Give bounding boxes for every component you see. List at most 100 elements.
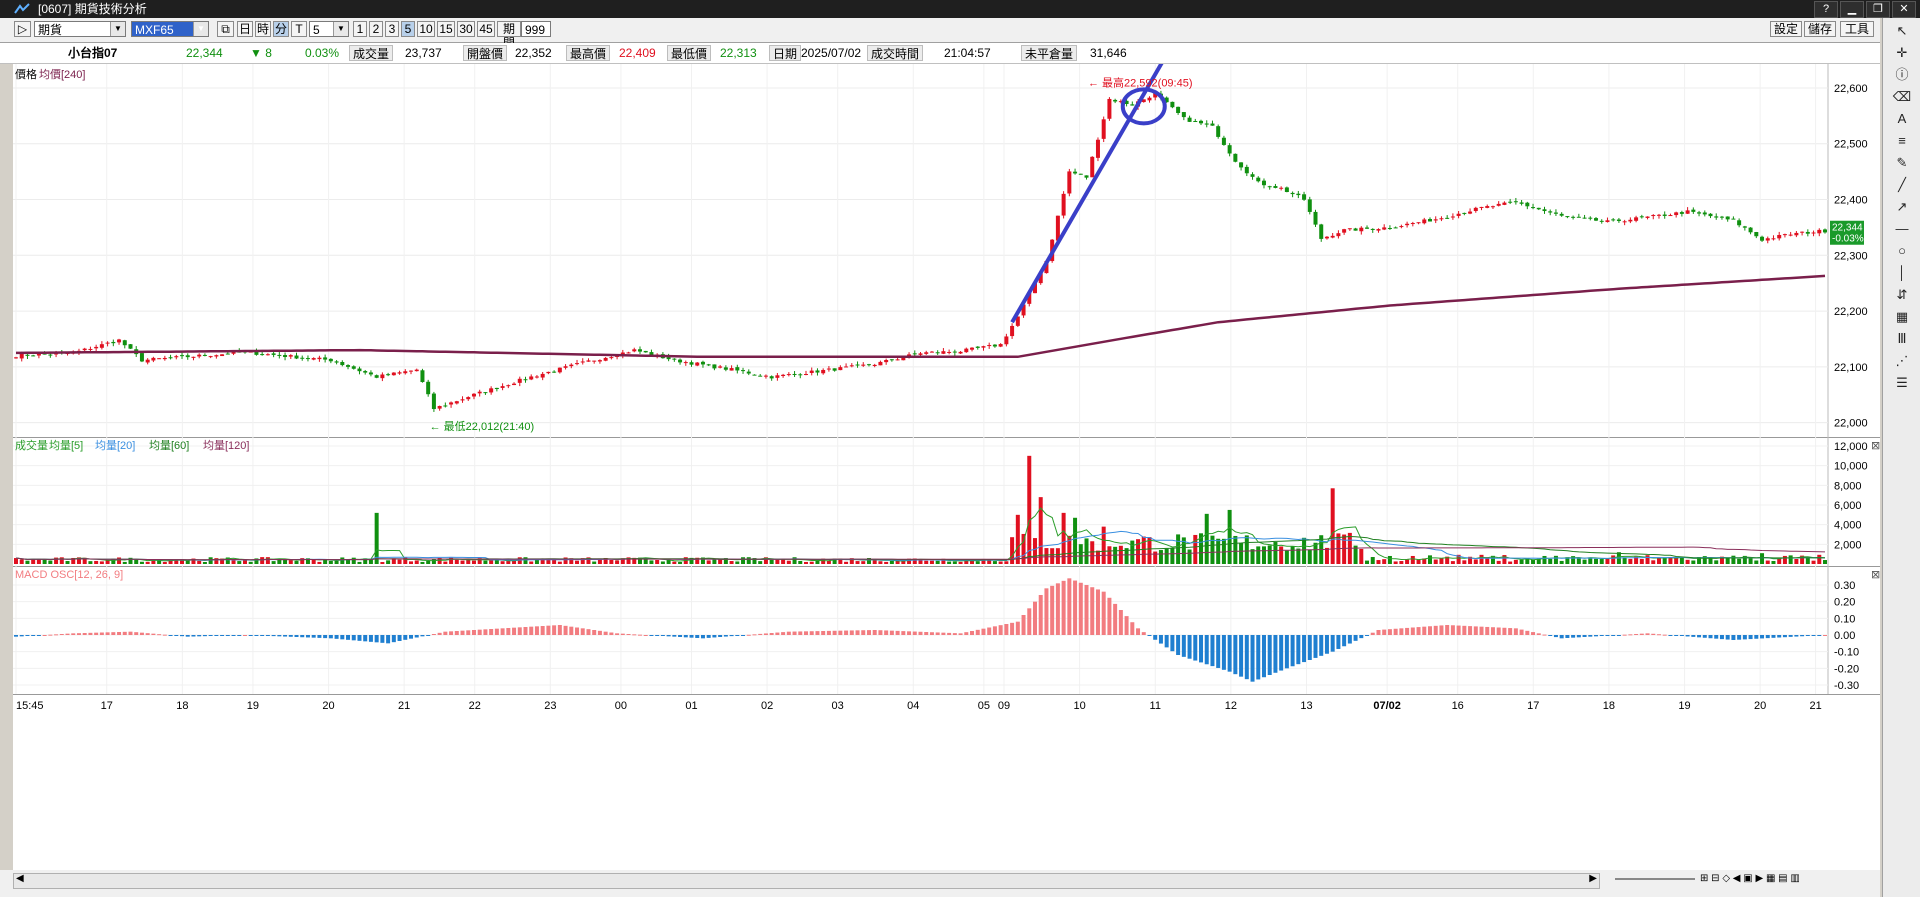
cursor-icon[interactable]: ↖ xyxy=(1892,22,1912,40)
scroll-right-icon[interactable]: ▶ xyxy=(1589,873,1597,884)
candle xyxy=(260,354,265,356)
copy-icon[interactable]: ⧉ xyxy=(217,21,234,37)
text-icon[interactable]: A xyxy=(1892,110,1912,128)
maximize-icon[interactable]: ❐ xyxy=(1866,1,1890,18)
volume-bar xyxy=(952,561,957,564)
quick-10-button[interactable]: 10 xyxy=(417,21,435,37)
x-tick-label: 03 xyxy=(832,700,844,712)
zoom-controls[interactable]: ⊞ ⊟ ◇ ◀ ▣ ▶ ▦ ▤ ▥ xyxy=(1700,873,1880,887)
candle xyxy=(970,347,975,350)
candle xyxy=(775,375,780,378)
play-button[interactable]: ▷ xyxy=(14,21,31,37)
vertical-line-icon[interactable]: │ xyxy=(1892,264,1912,282)
candle xyxy=(1462,212,1467,214)
volume-bar xyxy=(19,559,24,564)
period-minute-button[interactable]: 分 xyxy=(273,21,289,37)
macd-bar xyxy=(1101,591,1106,635)
macd-bar xyxy=(300,635,305,638)
macd-bar xyxy=(1674,635,1679,636)
period-tick-button[interactable]: T xyxy=(291,21,307,37)
circle-icon[interactable]: ○ xyxy=(1892,242,1912,260)
candle xyxy=(1382,227,1387,230)
quick-15-button[interactable]: 15 xyxy=(437,21,455,37)
help-icon[interactable]: ? xyxy=(1814,1,1838,18)
horizontal-scrollbar[interactable]: ◀ ▶ xyxy=(13,873,1600,889)
scroll-left-icon[interactable]: ◀ xyxy=(16,873,24,884)
quick-5-button[interactable]: 5 xyxy=(401,21,415,37)
candle xyxy=(1227,145,1232,154)
macd-bar xyxy=(649,635,654,636)
quick-2-button[interactable]: 2 xyxy=(369,21,383,37)
chart-area[interactable]: 22,600 22,500 22,400 22,300 22,200 22,100 22,0… xyxy=(13,53,1880,870)
candle xyxy=(821,369,826,374)
channel-icon[interactable]: ⇵ xyxy=(1892,286,1912,304)
list-icon[interactable]: ≡ xyxy=(1892,132,1912,150)
eraser-icon[interactable]: ⌫ xyxy=(1892,88,1912,106)
macd-bar xyxy=(225,635,230,636)
macd-bar xyxy=(672,635,677,637)
period-day-button[interactable]: 日 xyxy=(237,21,253,37)
period-hour-button[interactable]: 時 xyxy=(255,21,271,37)
candle xyxy=(1628,219,1633,222)
volume-bar xyxy=(88,561,93,564)
volume-bar xyxy=(924,560,929,564)
candle xyxy=(1370,228,1375,230)
quick-30-button[interactable]: 30 xyxy=(457,21,475,37)
crosshair-icon[interactable]: ✛ xyxy=(1892,44,1912,62)
candle xyxy=(1307,199,1312,212)
volume-bar xyxy=(1330,488,1335,564)
volume-bar xyxy=(1725,558,1730,564)
macd-bar xyxy=(397,635,402,641)
horizontal-line-icon[interactable]: — xyxy=(1892,220,1912,238)
volume-bar xyxy=(935,560,940,564)
paint-icon[interactable]: ✎ xyxy=(1892,154,1912,172)
quick-1-button[interactable]: 1 xyxy=(353,21,367,37)
zoom-slider[interactable] xyxy=(1615,878,1695,880)
volume-bar xyxy=(386,560,391,564)
macd-bar xyxy=(1628,634,1633,636)
fan-icon[interactable]: ⋰ xyxy=(1892,352,1912,370)
bars-icon[interactable]: Ⅲ xyxy=(1892,330,1912,348)
macd-bar xyxy=(695,635,700,638)
tools-button[interactable]: 工具 xyxy=(1840,21,1874,37)
candle xyxy=(403,371,408,374)
market-select[interactable]: 期貨 ▼ xyxy=(34,21,126,37)
candle xyxy=(712,364,717,369)
candle xyxy=(1010,325,1015,337)
volume-bar xyxy=(1628,558,1633,564)
macd-bar xyxy=(569,626,574,635)
macd-bar xyxy=(471,630,476,635)
save-button[interactable]: 儲存 xyxy=(1804,21,1836,37)
quick-3-button[interactable]: 3 xyxy=(385,21,399,37)
macd-bar xyxy=(1244,635,1249,680)
arrow-icon[interactable]: ↗ xyxy=(1892,198,1912,216)
macd-bar xyxy=(1256,635,1261,680)
volume-bar xyxy=(1164,548,1169,564)
candle xyxy=(1805,231,1810,234)
fibonacci-icon[interactable]: ☰ xyxy=(1892,374,1912,392)
symbol-select[interactable]: MXF65 ▼ xyxy=(131,21,209,37)
range-input[interactable]: 999 xyxy=(521,21,551,37)
line-icon[interactable]: ╱ xyxy=(1892,176,1912,194)
volume-bar xyxy=(1290,546,1295,564)
interval-select[interactable]: 5 ▼ xyxy=(309,21,349,37)
macd-bar xyxy=(36,635,41,636)
macd-bar xyxy=(1651,633,1656,635)
candle xyxy=(746,371,751,374)
candle xyxy=(517,378,522,383)
grid-icon[interactable]: ▦ xyxy=(1892,308,1912,326)
chart-canvas[interactable]: 22,600 22,500 22,400 22,300 22,200 22,100 22,0… xyxy=(13,53,1880,870)
macd-bar xyxy=(1519,629,1524,635)
quick-45-button[interactable]: 45 xyxy=(477,21,495,37)
volume-bar xyxy=(769,559,774,564)
info-icon[interactable]: ⓘ xyxy=(1892,66,1912,84)
macd-bar xyxy=(637,634,642,636)
candle xyxy=(317,357,322,360)
volume-bar xyxy=(1176,534,1181,564)
candle xyxy=(786,374,791,376)
macd-bar xyxy=(14,635,18,637)
close-icon[interactable]: ✕ xyxy=(1892,1,1916,18)
minimize-icon[interactable]: ▁ xyxy=(1840,1,1864,18)
volume-bar xyxy=(1136,539,1141,564)
settings-button[interactable]: 設定 xyxy=(1770,21,1802,37)
